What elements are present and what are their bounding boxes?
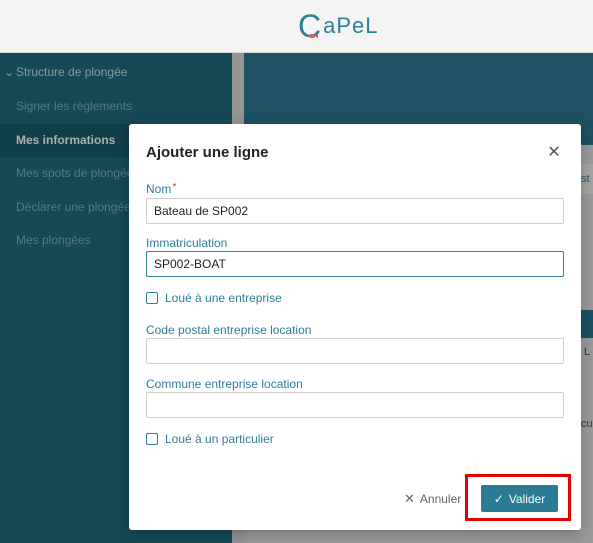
cancel-label: Annuler: [419, 492, 462, 506]
nom-label: Nom*: [146, 182, 176, 196]
fish-icon: [308, 33, 318, 39]
top-bar: C aPeL: [0, 0, 593, 53]
loue-entreprise-checkbox[interactable]: [146, 292, 158, 304]
loue-particulier-option[interactable]: Loué à un particulier: [146, 432, 274, 446]
capel-logo[interactable]: C aPeL: [298, 6, 379, 46]
highlight-annotation: [465, 474, 571, 521]
loue-entreprise-option[interactable]: Loué à une entreprise: [146, 291, 282, 305]
required-mark: *: [172, 182, 177, 193]
immatriculation-label: Immatriculation: [146, 236, 228, 250]
cancel-button[interactable]: ✕ Annuler: [404, 489, 461, 509]
loue-particulier-label: Loué à un particulier: [165, 432, 274, 446]
add-line-dialog: Ajouter une ligne ✕ Nom* Bateau de SP002…: [129, 124, 581, 530]
logo-text: aPeL: [323, 13, 379, 38]
loue-entreprise-label: Loué à une entreprise: [165, 291, 282, 305]
immatriculation-field[interactable]: SP002-BOAT: [146, 251, 564, 277]
nom-field[interactable]: Bateau de SP002: [146, 198, 564, 224]
close-icon[interactable]: ✕: [545, 144, 563, 162]
dialog-title: Ajouter une ligne: [146, 144, 269, 161]
nom-label-text: Nom: [146, 182, 172, 196]
close-icon: ✕: [404, 491, 415, 506]
commune-field[interactable]: [146, 392, 564, 418]
code-postal-field[interactable]: [146, 338, 564, 364]
code-postal-label: Code postal entreprise location: [146, 323, 312, 337]
commune-label: Commune entreprise location: [146, 377, 303, 391]
loue-particulier-checkbox[interactable]: [146, 433, 158, 445]
